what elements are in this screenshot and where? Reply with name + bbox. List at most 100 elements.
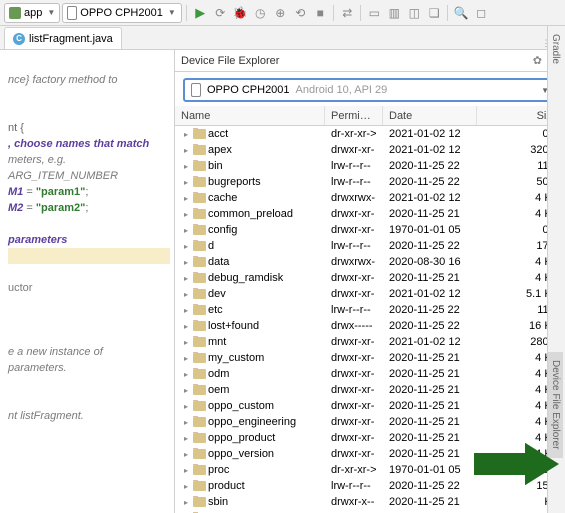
table-row[interactable]: ▸sbindrwxr-x--2020-11-25 21KB bbox=[175, 494, 565, 510]
expand-icon[interactable]: ▸ bbox=[181, 194, 191, 203]
file-name: oppo_engineering bbox=[208, 416, 296, 428]
expand-icon[interactable]: ▸ bbox=[181, 482, 191, 491]
file-date: 2020-11-25 21 bbox=[383, 416, 477, 428]
expand-icon[interactable]: ▸ bbox=[181, 402, 191, 411]
table-row[interactable]: ▸cachedrwxrwx-2021-01-02 124 KB bbox=[175, 190, 565, 206]
file-name: oem bbox=[208, 384, 229, 396]
debug-icon[interactable]: 🐞 bbox=[231, 3, 249, 23]
expand-icon[interactable]: ▸ bbox=[181, 434, 191, 443]
table-row[interactable]: ▸apexdrwxr-xr-2021-01-02 12320 B bbox=[175, 142, 565, 158]
expand-icon[interactable]: ▸ bbox=[181, 338, 191, 347]
avd-icon[interactable]: ▭ bbox=[365, 3, 383, 23]
table-row[interactable]: ▸odmdrwxr-xr-2020-11-25 214 KB bbox=[175, 366, 565, 382]
folder-icon bbox=[193, 417, 206, 427]
panel-header: Device File Explorer ✿ — bbox=[175, 50, 565, 72]
expand-icon[interactable]: ▸ bbox=[181, 210, 191, 219]
file-perm: lrw-r--r-- bbox=[325, 240, 383, 252]
table-row[interactable]: ▸acctdr-xr-xr->2021-01-02 120 B bbox=[175, 126, 565, 142]
module-combo[interactable]: app ▼ bbox=[4, 3, 60, 23]
expand-icon[interactable]: ▸ bbox=[181, 162, 191, 171]
expand-icon[interactable]: ▸ bbox=[181, 418, 191, 427]
tab-gradle[interactable]: Gradle bbox=[548, 26, 563, 72]
expand-icon[interactable]: ▸ bbox=[181, 290, 191, 299]
table-row[interactable]: ▸oppo_engineeringdrwxr-xr-2020-11-25 214… bbox=[175, 414, 565, 430]
editor-tabs: C listFragment.java ⋮⋮s bbox=[0, 26, 565, 50]
table-row[interactable]: ▸binlrw-r--r--2020-11-25 2211 B bbox=[175, 158, 565, 174]
table-row[interactable]: ▸datadrwxrwx-2020-08-30 164 KB bbox=[175, 254, 565, 270]
table-row[interactable]: ▸bugreportslrw-r--r--2020-11-25 2250 B bbox=[175, 174, 565, 190]
chevron-down-icon: ▼ bbox=[168, 8, 176, 17]
table-row[interactable]: ▸oppo_customdrwxr-xr-2020-11-25 214 KB bbox=[175, 398, 565, 414]
search-icon[interactable]: 🔍 bbox=[452, 3, 470, 23]
folder-icon bbox=[193, 369, 206, 379]
expand-icon[interactable]: ▸ bbox=[181, 386, 191, 395]
sdk-icon[interactable]: ▥ bbox=[385, 3, 403, 23]
col-permissions[interactable]: Permi… bbox=[325, 106, 383, 125]
table-body[interactable]: ▸acctdr-xr-xr->2021-01-02 120 B▸apexdrwx… bbox=[175, 126, 565, 513]
file-name: my_custom bbox=[208, 352, 264, 364]
tab-listfragment[interactable]: C listFragment.java bbox=[4, 27, 122, 49]
file-date: 2021-01-02 12 bbox=[383, 144, 477, 156]
expand-icon[interactable]: ▸ bbox=[181, 146, 191, 155]
folder-icon bbox=[193, 337, 206, 347]
profile-icon[interactable]: ◷ bbox=[251, 3, 269, 23]
expand-icon[interactable]: ▸ bbox=[181, 242, 191, 251]
table-row[interactable]: ▸lost+founddrwx-----2020-11-25 2216 KB bbox=[175, 318, 565, 334]
apply-changes-icon[interactable]: ⟳ bbox=[211, 3, 229, 23]
device-combo[interactable]: OPPO CPH2001 ▼ bbox=[62, 3, 182, 23]
file-date: 2021-01-02 12 bbox=[383, 288, 477, 300]
expand-icon[interactable]: ▸ bbox=[181, 354, 191, 363]
resource-icon[interactable]: ◫ bbox=[405, 3, 423, 23]
expand-icon[interactable]: ▸ bbox=[181, 258, 191, 267]
table-row[interactable]: ▸oppo_productdrwxr-xr-2020-11-25 214 KB bbox=[175, 430, 565, 446]
table-row[interactable]: ▸mntdrwxr-xr-2021-01-02 12280 B bbox=[175, 334, 565, 350]
code-editor[interactable]: nce} factory method to nt { , choose nam… bbox=[0, 50, 175, 513]
expand-icon[interactable]: ▸ bbox=[181, 466, 191, 475]
table-row[interactable]: ▸oemdrwxr-xr-2020-11-25 214 KB bbox=[175, 382, 565, 398]
table-row[interactable]: ▸dlrw-r--r--2020-11-25 2217 B bbox=[175, 238, 565, 254]
table-row[interactable]: ▸procdr-xr-xr->1970-01-01 050 B bbox=[175, 462, 565, 478]
table-row[interactable]: ▸debug_ramdiskdrwxr-xr-2020-11-25 214 KB bbox=[175, 270, 565, 286]
expand-icon[interactable]: ▸ bbox=[181, 322, 191, 331]
sync-icon[interactable]: ⇄ bbox=[338, 3, 356, 23]
gear-icon[interactable]: ✿ bbox=[533, 54, 542, 67]
table-row[interactable]: ▸common_preloaddrwxr-xr-2020-11-25 214 K… bbox=[175, 206, 565, 222]
file-name: product bbox=[208, 480, 245, 492]
separator bbox=[360, 5, 361, 21]
module-label: app bbox=[24, 7, 42, 19]
file-date: 2021-01-02 12 bbox=[383, 192, 477, 204]
expand-icon[interactable]: ▸ bbox=[181, 226, 191, 235]
file-perm: drwxr-xr- bbox=[325, 416, 383, 428]
expand-icon[interactable]: ▸ bbox=[181, 370, 191, 379]
stop-icon[interactable]: ■ bbox=[311, 3, 329, 23]
tab-device-file-explorer[interactable]: Device File Explorer bbox=[548, 352, 563, 457]
attach-icon[interactable]: ⟲ bbox=[291, 3, 309, 23]
col-name[interactable]: Name bbox=[175, 106, 325, 125]
col-date[interactable]: Date bbox=[383, 106, 477, 125]
expand-icon[interactable]: ▸ bbox=[181, 274, 191, 283]
comment-line: e a new instance of bbox=[8, 344, 170, 360]
expand-icon[interactable]: ▸ bbox=[181, 498, 191, 507]
table-row[interactable]: ▸devdrwxr-xr-2021-01-02 125.1 KB bbox=[175, 286, 565, 302]
table-row[interactable]: ▸etclrw-r--r--2020-11-25 2211 B bbox=[175, 302, 565, 318]
user-icon[interactable]: ◻ bbox=[472, 3, 490, 23]
table-row[interactable]: ▸productlrw-r--r--2020-11-25 2215 B bbox=[175, 478, 565, 494]
file-perm: lrw-r--r-- bbox=[325, 160, 383, 172]
expand-icon[interactable]: ▸ bbox=[181, 178, 191, 187]
expand-icon[interactable]: ▸ bbox=[181, 450, 191, 459]
comment-line: nce} factory method to bbox=[8, 72, 170, 88]
coverage-icon[interactable]: ⊕ bbox=[271, 3, 289, 23]
expand-icon[interactable]: ▸ bbox=[181, 306, 191, 315]
device-selector[interactable]: OPPO CPH2001 Android 10, API 29 ▼ bbox=[183, 78, 557, 102]
layout-icon[interactable]: ❏ bbox=[425, 3, 443, 23]
file-date: 2021-01-02 12 bbox=[383, 128, 477, 140]
expand-icon[interactable]: ▸ bbox=[181, 130, 191, 139]
folder-icon bbox=[193, 305, 206, 315]
file-perm: drwxr-xr- bbox=[325, 448, 383, 460]
run-icon[interactable]: ▶ bbox=[191, 3, 209, 23]
table-row[interactable]: ▸configdrwxr-xr-1970-01-01 050 B bbox=[175, 222, 565, 238]
folder-icon bbox=[193, 433, 206, 443]
table-row[interactable]: ▸my_customdrwxr-xr-2020-11-25 214 KB bbox=[175, 350, 565, 366]
file-name: oppo_custom bbox=[208, 400, 274, 412]
table-row[interactable]: ▸oppo_versiondrwxr-xr-2020-11-25 214 KB bbox=[175, 446, 565, 462]
